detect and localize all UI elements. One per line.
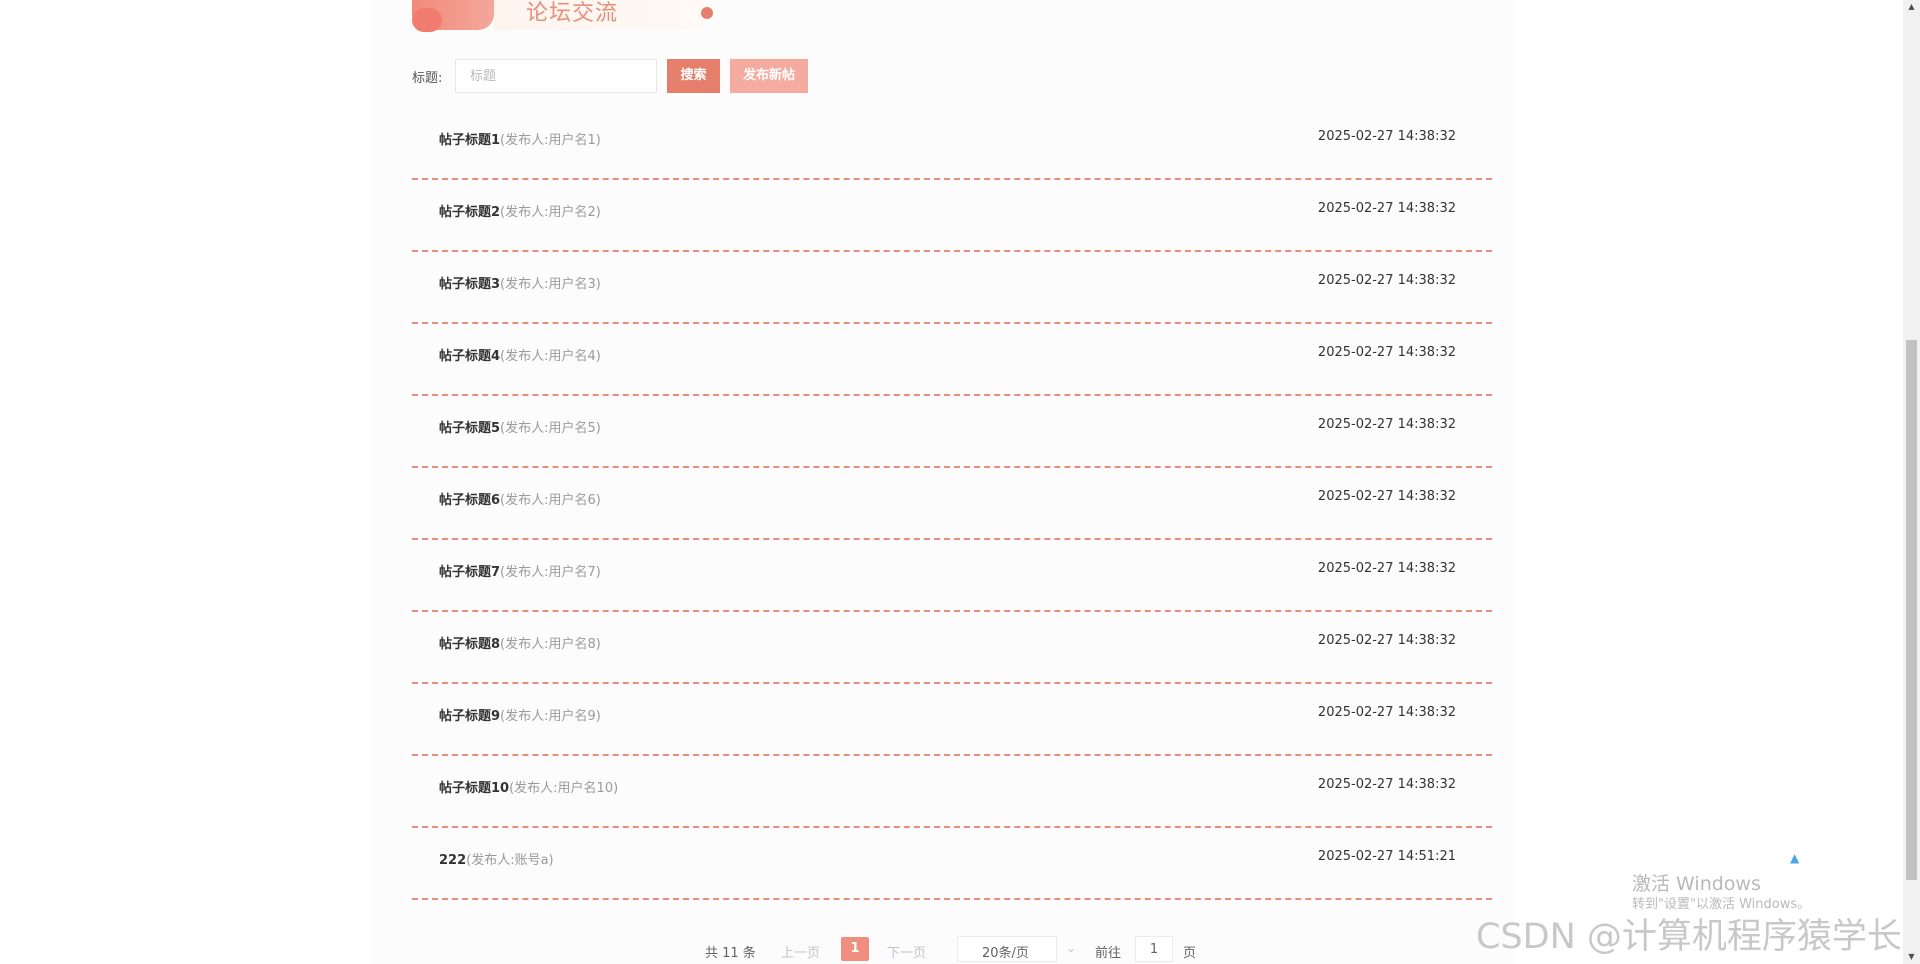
scroll-down-icon[interactable]: ▼ — [1903, 950, 1920, 964]
post-author: (发布人:用户名9) — [500, 709, 601, 724]
post-title[interactable]: 帖子标题7 — [439, 565, 500, 580]
goto-page-input[interactable] — [1135, 936, 1173, 962]
post-title-wrap: 帖子标题7(发布人:用户名7) — [439, 561, 601, 580]
search-button[interactable]: 搜索 — [667, 59, 720, 93]
post-time: 2025-02-27 14:38:32 — [1317, 489, 1456, 504]
post-title[interactable]: 帖子标题8 — [439, 637, 500, 652]
page-title: 论坛交流 — [526, 1, 619, 26]
post-row[interactable]: 帖子标题8(发布人:用户名8) 2025-02-27 14:38:32 — [412, 612, 1492, 684]
post-title[interactable]: 帖子标题5 — [439, 421, 500, 436]
post-title-wrap: 222(发布人:账号a) — [439, 849, 554, 868]
post-title[interactable]: 帖子标题6 — [439, 493, 500, 508]
post-time: 2025-02-27 14:38:32 — [1317, 201, 1456, 216]
post-row[interactable]: 帖子标题10(发布人:用户名10) 2025-02-27 14:38:32 — [412, 756, 1492, 828]
csdn-watermark: CSDN @计算机程序猿学长 — [1476, 917, 1902, 957]
post-title-wrap: 帖子标题10(发布人:用户名10) — [439, 777, 618, 796]
post-author: (发布人:账号a) — [466, 853, 554, 868]
current-page-number[interactable]: 1 — [841, 937, 869, 961]
chevron-down-icon: ⌄ — [1065, 941, 1076, 955]
post-title-wrap: 帖子标题3(发布人:用户名3) — [439, 273, 601, 292]
post-row[interactable]: 帖子标题4(发布人:用户名4) 2025-02-27 14:38:32 — [412, 324, 1492, 396]
post-row[interactable]: 222(发布人:账号a) 2025-02-27 14:51:21 — [412, 828, 1492, 900]
next-page-button[interactable]: 下一页 — [887, 942, 926, 961]
forum-content: 论坛交流 标题: 搜索 发布新帖 帖子标题1(发布人:用户名1) 2025-02… — [412, 0, 1492, 964]
post-author: (发布人:用户名2) — [500, 205, 601, 220]
post-time: 2025-02-27 14:38:32 — [1317, 705, 1456, 720]
post-title[interactable]: 帖子标题3 — [439, 277, 500, 292]
post-time: 2025-02-27 14:38:32 — [1317, 777, 1456, 792]
post-title-wrap: 帖子标题2(发布人:用户名2) — [439, 201, 601, 220]
post-time: 2025-02-27 14:51:21 — [1317, 849, 1456, 864]
post-title-wrap: 帖子标题6(发布人:用户名6) — [439, 489, 601, 508]
header-dot-decoration — [701, 7, 713, 19]
pagination-total: 共 11 条 — [705, 946, 756, 961]
post-author: (发布人:用户名5) — [500, 421, 601, 436]
prev-page-button[interactable]: 上一页 — [781, 942, 820, 961]
post-title-wrap: 帖子标题4(发布人:用户名4) — [439, 345, 601, 364]
post-title-wrap: 帖子标题1(发布人:用户名1) — [439, 129, 601, 148]
post-author: (发布人:用户名10) — [509, 781, 619, 796]
header-decoration — [412, 0, 494, 32]
page-size-select[interactable]: 20条/页 ⌄ — [957, 936, 1076, 962]
post-time: 2025-02-27 14:38:32 — [1317, 129, 1456, 144]
post-time: 2025-02-27 14:38:32 — [1317, 633, 1456, 648]
page-suffix-label: 页 — [1183, 946, 1197, 961]
page-size-value: 20条/页 — [982, 946, 1029, 961]
post-time: 2025-02-27 14:38:32 — [1317, 273, 1456, 288]
post-row[interactable]: 帖子标题3(发布人:用户名3) 2025-02-27 14:38:32 — [412, 252, 1492, 324]
windows-watermark-line1: 激活 Windows — [1632, 873, 1761, 895]
vertical-scrollbar[interactable]: ▲ ▼ — [1903, 0, 1920, 964]
goto-label: 前往 — [1095, 946, 1122, 961]
post-title-wrap: 帖子标题9(发布人:用户名9) — [439, 705, 601, 724]
back-to-top-icon[interactable]: ▲ — [1790, 851, 1799, 865]
post-title-wrap: 帖子标题5(发布人:用户名5) — [439, 417, 601, 436]
post-row[interactable]: 帖子标题6(发布人:用户名6) 2025-02-27 14:38:32 — [412, 468, 1492, 540]
post-author: (发布人:用户名8) — [500, 637, 601, 652]
post-list: 帖子标题1(发布人:用户名1) 2025-02-27 14:38:32 帖子标题… — [412, 108, 1492, 900]
post-author: (发布人:用户名1) — [500, 133, 601, 148]
search-bar: 标题: 搜索 发布新帖 — [412, 59, 912, 93]
scroll-up-icon[interactable]: ▲ — [1903, 0, 1920, 14]
post-row[interactable]: 帖子标题5(发布人:用户名5) 2025-02-27 14:38:32 — [412, 396, 1492, 468]
post-row[interactable]: 帖子标题1(发布人:用户名1) 2025-02-27 14:38:32 — [412, 108, 1492, 180]
post-row[interactable]: 帖子标题7(发布人:用户名7) 2025-02-27 14:38:32 — [412, 540, 1492, 612]
post-row[interactable]: 帖子标题9(发布人:用户名9) 2025-02-27 14:38:32 — [412, 684, 1492, 756]
post-title[interactable]: 帖子标题4 — [439, 349, 500, 364]
pagination: 共 11 条 上一页 1 下一页 20条/页 ⌄ 前往 页 — [412, 936, 1492, 964]
post-title[interactable]: 222 — [439, 853, 466, 868]
scrollbar-thumb[interactable] — [1906, 340, 1917, 880]
post-title[interactable]: 帖子标题9 — [439, 709, 500, 724]
post-title[interactable]: 帖子标题2 — [439, 205, 500, 220]
search-label: 标题: — [412, 71, 443, 86]
post-time: 2025-02-27 14:38:32 — [1317, 561, 1456, 576]
post-time: 2025-02-27 14:38:32 — [1317, 417, 1456, 432]
post-author: (发布人:用户名4) — [500, 349, 601, 364]
post-row[interactable]: 帖子标题2(发布人:用户名2) 2025-02-27 14:38:32 — [412, 180, 1492, 252]
new-post-button[interactable]: 发布新帖 — [730, 59, 808, 93]
post-title-wrap: 帖子标题8(发布人:用户名8) — [439, 633, 601, 652]
post-title[interactable]: 帖子标题1 — [439, 133, 500, 148]
post-author: (发布人:用户名3) — [500, 277, 601, 292]
post-author: (发布人:用户名7) — [500, 565, 601, 580]
post-time: 2025-02-27 14:38:32 — [1317, 345, 1456, 360]
forum-page: 论坛交流 标题: 搜索 发布新帖 帖子标题1(发布人:用户名1) 2025-02… — [0, 0, 1920, 964]
post-author: (发布人:用户名6) — [500, 493, 601, 508]
section-header: 论坛交流 — [412, 0, 732, 32]
post-title[interactable]: 帖子标题10 — [439, 781, 509, 796]
title-search-input[interactable] — [455, 59, 657, 93]
